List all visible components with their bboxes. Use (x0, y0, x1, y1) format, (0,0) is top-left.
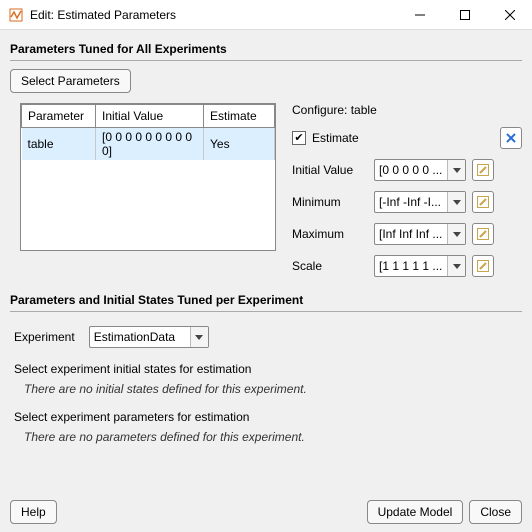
configure-panel: Configure: table ✔ Estimate Initial Valu… (292, 103, 522, 277)
experiment-label: Experiment (14, 330, 75, 344)
configure-header: Configure: table (292, 103, 522, 117)
help-button[interactable]: Help (10, 500, 57, 524)
divider (10, 311, 522, 312)
chevron-down-icon[interactable] (190, 327, 208, 347)
maximum-combo[interactable]: [Inf Inf Inf ... (374, 223, 466, 245)
scale-label: Scale (292, 259, 368, 273)
minimum-combo[interactable]: [-Inf -Inf -I... (374, 191, 466, 213)
estimate-checkbox[interactable]: ✔ (292, 131, 306, 145)
initial-value-label: Initial Value (292, 163, 368, 177)
edit-minimum-button[interactable] (472, 191, 494, 213)
edit-maximum-button[interactable] (472, 223, 494, 245)
col-initial-value[interactable]: Initial Value (96, 105, 204, 128)
col-parameter[interactable]: Parameter (22, 105, 96, 128)
titlebar: Edit: Estimated Parameters (0, 0, 532, 30)
experiment-combo[interactable]: EstimationData (89, 326, 209, 348)
sub-initial-states: Select experiment initial states for est… (14, 362, 522, 376)
window: Edit: Estimated Parameters Parameters Tu… (0, 0, 532, 532)
section-title-per-exp: Parameters and Initial States Tuned per … (10, 293, 522, 307)
cell-initial: [0 0 0 0 0 0 0 0 0 0] (96, 128, 204, 161)
minimize-button[interactable] (397, 0, 442, 30)
chevron-down-icon[interactable] (447, 160, 465, 180)
maximize-button[interactable] (442, 0, 487, 30)
table-row[interactable]: table [0 0 0 0 0 0 0 0 0 0] Yes (22, 128, 275, 161)
estimate-label: Estimate (312, 131, 359, 145)
edit-scale-button[interactable] (472, 255, 494, 277)
select-parameters-button[interactable]: Select Parameters (10, 69, 131, 93)
note-no-parameters: There are no parameters defined for this… (24, 430, 522, 444)
footer: Help Update Model Close (0, 500, 532, 532)
chevron-down-icon[interactable] (447, 224, 465, 244)
chevron-down-icon[interactable] (447, 256, 465, 276)
update-model-button[interactable]: Update Model (367, 500, 464, 524)
close-window-button[interactable] (487, 0, 532, 30)
divider (10, 60, 522, 61)
initial-value-combo[interactable]: [0 0 0 0 0 ... (374, 159, 466, 181)
section-title-all: Parameters Tuned for All Experiments (10, 42, 522, 56)
minimum-label: Minimum (292, 195, 368, 209)
sub-parameters: Select experiment parameters for estimat… (14, 410, 522, 424)
app-icon (8, 7, 24, 23)
chevron-down-icon[interactable] (447, 192, 465, 212)
cell-estimate: Yes (204, 128, 275, 161)
close-button[interactable]: Close (469, 500, 522, 524)
scale-combo[interactable]: [1 1 1 1 1 ... (374, 255, 466, 277)
cell-param: table (22, 128, 96, 161)
col-estimate[interactable]: Estimate (204, 105, 275, 128)
window-title: Edit: Estimated Parameters (30, 8, 397, 22)
parameters-table[interactable]: Parameter Initial Value Estimate table [… (20, 103, 276, 251)
note-no-initial-states: There are no initial states defined for … (24, 382, 522, 396)
maximum-label: Maximum (292, 227, 368, 241)
edit-initial-button[interactable] (472, 159, 494, 181)
reset-estimate-button[interactable] (500, 127, 522, 149)
